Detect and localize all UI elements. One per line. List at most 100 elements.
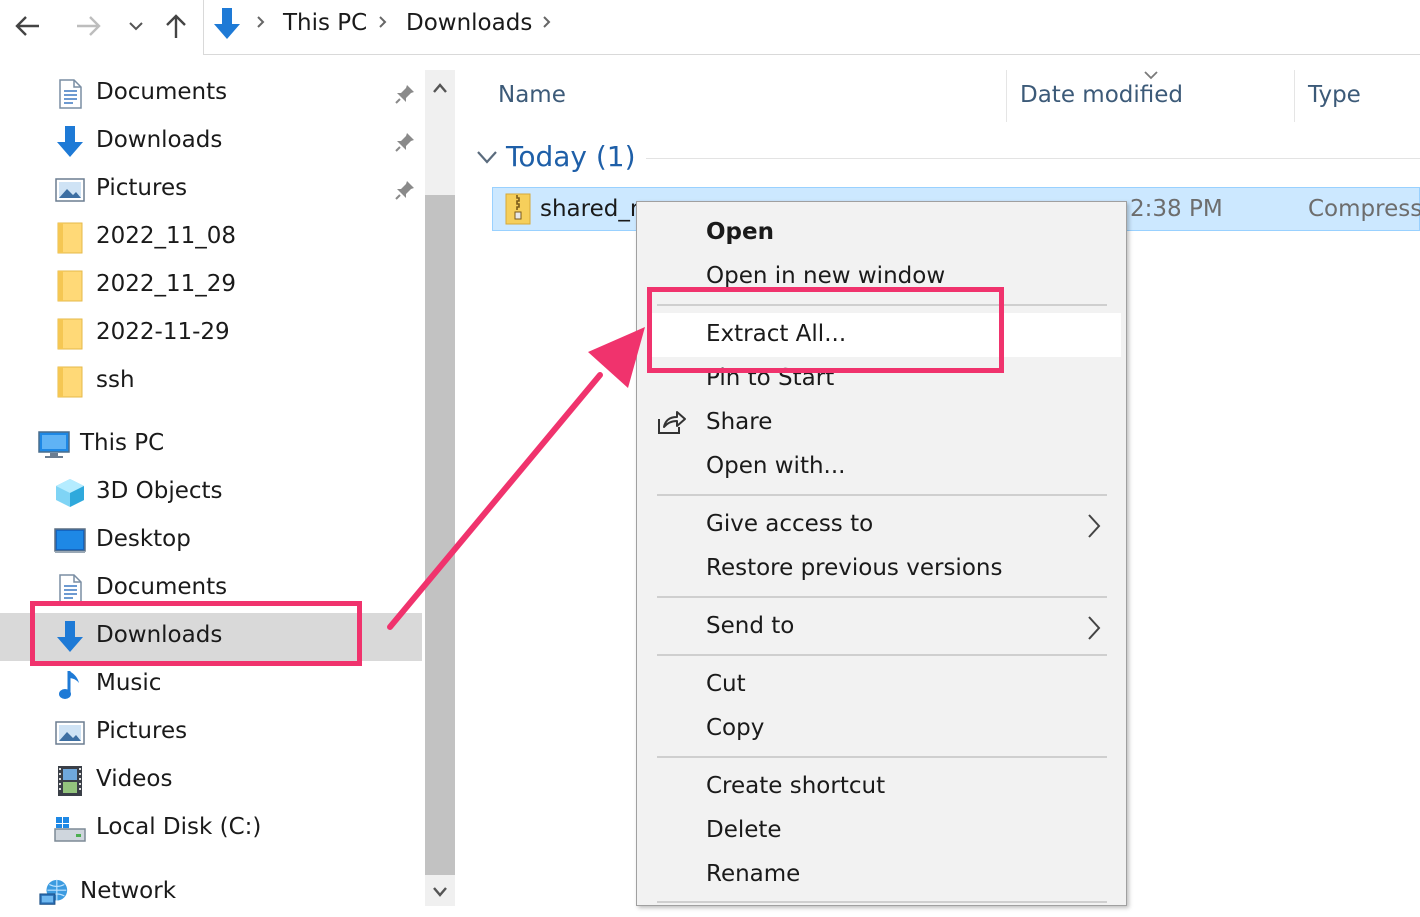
- column-header-type[interactable]: Type: [1308, 82, 1361, 108]
- menu-item-copy[interactable]: Copy: [637, 707, 1126, 751]
- nav-item-folder-2022-11-29-underscore[interactable]: 2022_11_29: [0, 262, 422, 310]
- folder-icon: [54, 270, 86, 302]
- local-disk-icon: [54, 813, 86, 845]
- menu-item-delete[interactable]: Delete: [637, 809, 1126, 853]
- nav-item-pictures[interactable]: Pictures: [0, 709, 422, 757]
- nav-item-network[interactable]: Network: [0, 869, 422, 917]
- nav-item-label: Desktop: [96, 526, 191, 552]
- breadcrumb-chevron-icon: [543, 16, 551, 28]
- highlight-box-downloads: [30, 601, 362, 666]
- arrow-right-icon: [77, 16, 101, 36]
- sort-chevron-icon: [1144, 71, 1158, 80]
- nav-item-label: Local Disk (C:): [96, 814, 262, 840]
- column-header-date-modified[interactable]: Date modified: [1020, 82, 1183, 108]
- back-button[interactable]: [10, 8, 46, 44]
- nav-item-label: 2022_11_29: [96, 271, 237, 297]
- breadcrumb-downloads[interactable]: Downloads: [406, 10, 532, 36]
- arrow-up-icon: [166, 14, 186, 38]
- nav-item-documents-pinned[interactable]: Documents: [0, 70, 422, 118]
- pin-icon[interactable]: [394, 83, 416, 109]
- menu-separator: [657, 901, 1107, 903]
- address-field[interactable]: This PC Downloads: [203, 0, 1420, 55]
- downloads-icon: [54, 126, 86, 158]
- videos-icon: [54, 765, 86, 797]
- menu-item-label: Open: [706, 219, 774, 245]
- submenu-chevron-icon: [1088, 514, 1101, 538]
- nav-item-desktop[interactable]: Desktop: [0, 517, 422, 565]
- nav-item-local-disk[interactable]: Local Disk (C:): [0, 805, 422, 853]
- nav-item-label: Documents: [96, 574, 228, 600]
- scroll-up-arrow-icon[interactable]: [432, 82, 448, 94]
- breadcrumb-chevron-icon: [379, 16, 387, 28]
- nav-item-label: Videos: [96, 766, 173, 792]
- address-toolbar: This PC Downloads: [0, 0, 1420, 56]
- pictures-icon: [54, 174, 86, 206]
- nav-item-3d-objects[interactable]: 3D Objects: [0, 469, 422, 517]
- nav-item-label: Pictures: [96, 175, 188, 201]
- menu-item-label: Restore previous versions: [706, 555, 1003, 581]
- chevron-down-icon: [129, 22, 143, 31]
- group-header-label: Today (1): [506, 140, 636, 173]
- network-icon: [38, 877, 70, 909]
- navigation-pane: Documents Downloads Pictures 2022_11_08 …: [0, 70, 425, 906]
- pin-icon[interactable]: [394, 179, 416, 205]
- nav-item-label: 3D Objects: [96, 478, 223, 504]
- nav-item-pictures-pinned[interactable]: Pictures: [0, 166, 422, 214]
- zip-folder-icon: [505, 193, 531, 225]
- pin-icon[interactable]: [394, 131, 416, 157]
- menu-item-create-shortcut[interactable]: Create shortcut: [637, 765, 1126, 809]
- menu-item-label: Create shortcut: [706, 773, 886, 799]
- nav-item-folder-ssh[interactable]: ssh: [0, 358, 422, 406]
- column-header-name[interactable]: Name: [498, 82, 566, 108]
- nav-item-downloads-pinned[interactable]: Downloads: [0, 118, 422, 166]
- folder-icon: [54, 222, 86, 254]
- documents-icon: [54, 78, 86, 110]
- menu-separator: [657, 494, 1107, 496]
- music-icon: [54, 669, 86, 701]
- nav-item-label: Documents: [96, 79, 228, 105]
- recent-locations-button[interactable]: [118, 8, 154, 44]
- folder-icon: [54, 318, 86, 350]
- scroll-thumb[interactable]: [425, 195, 455, 875]
- chevron-down-icon: [477, 151, 497, 164]
- highlight-box-extract-all: [647, 287, 1004, 373]
- menu-item-label: Share: [706, 409, 773, 435]
- up-button[interactable]: [158, 8, 194, 44]
- share-icon: [658, 411, 686, 434]
- nav-item-label: 2022_11_08: [96, 223, 237, 249]
- group-divider: [646, 158, 1420, 159]
- menu-item-label: Open with...: [706, 453, 846, 479]
- menu-item-label: Rename: [706, 861, 801, 887]
- nav-item-videos[interactable]: Videos: [0, 757, 422, 805]
- column-separator[interactable]: [1006, 70, 1007, 122]
- nav-item-label: Pictures: [96, 718, 188, 744]
- column-separator[interactable]: [1294, 70, 1295, 122]
- nav-scrollbar[interactable]: [425, 70, 455, 906]
- arrow-left-icon: [15, 16, 39, 36]
- nav-item-label: Music: [96, 670, 162, 696]
- scroll-down-arrow-icon[interactable]: [432, 886, 448, 898]
- breadcrumb-this-pc[interactable]: This PC: [283, 10, 367, 36]
- menu-item-rename[interactable]: Rename: [637, 853, 1126, 897]
- desktop-icon: [54, 525, 86, 557]
- folder-icon: [54, 366, 86, 398]
- menu-item-open-with[interactable]: Open with...: [637, 445, 1126, 489]
- menu-item-restore-previous-versions[interactable]: Restore previous versions: [637, 547, 1126, 591]
- menu-item-send-to[interactable]: Send to: [637, 605, 1126, 649]
- pictures-icon: [54, 717, 86, 749]
- menu-item-open[interactable]: Open: [637, 211, 1126, 255]
- 3d-objects-icon: [54, 477, 86, 509]
- nav-item-music[interactable]: Music: [0, 661, 422, 709]
- nav-item-this-pc[interactable]: This PC: [0, 421, 422, 469]
- menu-item-give-access-to[interactable]: Give access to: [637, 503, 1126, 547]
- nav-item-label: Downloads: [96, 127, 223, 153]
- menu-item-share[interactable]: Share: [637, 401, 1126, 445]
- this-pc-icon: [38, 429, 70, 461]
- file-date-modified: 2:38 PM: [1130, 196, 1223, 222]
- nav-item-folder-2022-11-08[interactable]: 2022_11_08: [0, 214, 422, 262]
- forward-button[interactable]: [70, 8, 106, 44]
- menu-item-cut[interactable]: Cut: [637, 663, 1126, 707]
- menu-separator: [657, 596, 1107, 598]
- submenu-chevron-icon: [1088, 616, 1101, 640]
- nav-item-folder-2022-11-29-dash[interactable]: 2022-11-29: [0, 310, 422, 358]
